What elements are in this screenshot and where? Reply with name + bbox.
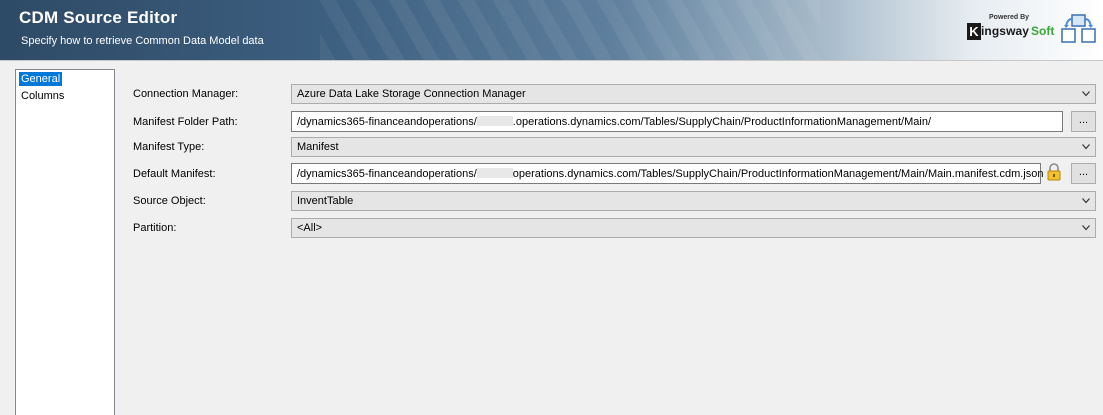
cdm-component-icon — [1061, 14, 1096, 43]
default-manifest-label: Default Manifest: — [133, 168, 216, 180]
source-object-select[interactable]: InventTable — [291, 191, 1096, 211]
manifest-type-label: Manifest Type: — [133, 141, 205, 153]
editor-subtitle: Specify how to retrieve Common Data Mode… — [21, 35, 264, 47]
browse-manifest-folder-button[interactable]: ... — [1071, 111, 1096, 132]
source-object-label: Source Object: — [133, 195, 206, 207]
partition-value: <All> — [297, 222, 323, 234]
browse-default-manifest-button[interactable]: ... — [1071, 163, 1096, 184]
brand-name-accent: Soft — [1031, 24, 1055, 38]
chevron-down-icon — [1082, 91, 1090, 97]
source-object-value: InventTable — [297, 195, 354, 207]
chevron-down-icon — [1082, 198, 1090, 204]
kingswaysoft-logo: Powered By K ingsway Soft — [967, 14, 1059, 44]
chevron-down-icon — [1082, 225, 1090, 231]
editor-header: CDM Source Editor Specify how to retriev… — [0, 0, 1103, 61]
chevron-down-icon — [1082, 144, 1090, 150]
connection-manager-label: Connection Manager: — [133, 88, 239, 100]
editor-nav-list: General Columns — [15, 69, 115, 415]
manifest-folder-path-suffix: .operations.dynamics.com/Tables/SupplyCh… — [512, 116, 931, 128]
partition-select[interactable]: <All> — [291, 218, 1096, 238]
manifest-type-value: Manifest — [297, 141, 339, 153]
default-manifest-prefix: /dynamics365-financeandoperations/ — [297, 168, 477, 180]
nav-item-general[interactable]: General — [19, 72, 63, 86]
connection-manager-value: Azure Data Lake Storage Connection Manag… — [297, 88, 526, 100]
manifest-type-select[interactable]: Manifest — [291, 137, 1096, 157]
manifest-folder-path-value: /dynamics365-financeandoperations/ .opera… — [297, 116, 931, 128]
redacted-text — [476, 168, 513, 178]
brand-initial: K — [967, 23, 981, 40]
nav-item-columns[interactable]: Columns — [19, 89, 66, 103]
manifest-folder-path-prefix: /dynamics365-financeandoperations/ — [297, 116, 477, 128]
connection-manager-select[interactable]: Azure Data Lake Storage Connection Manag… — [291, 84, 1096, 104]
partition-label: Partition: — [133, 222, 177, 234]
default-manifest-value: /dynamics365-financeandoperations/operat… — [297, 168, 1043, 180]
manifest-folder-path-label: Manifest Folder Path: — [133, 116, 238, 128]
powered-by-text: Powered By — [989, 14, 1030, 21]
brand-name: ingsway — [981, 24, 1030, 38]
redacted-text — [476, 116, 513, 126]
editor-title: CDM Source Editor — [19, 8, 178, 27]
default-manifest-input[interactable]: /dynamics365-financeandoperations/operat… — [291, 163, 1043, 184]
manifest-folder-path-input[interactable]: /dynamics365-financeandoperations/ .opera… — [291, 111, 1063, 132]
default-manifest-suffix: operations.dynamics.com/Tables/SupplyCha… — [512, 168, 1044, 180]
lock-icon[interactable] — [1046, 163, 1062, 181]
